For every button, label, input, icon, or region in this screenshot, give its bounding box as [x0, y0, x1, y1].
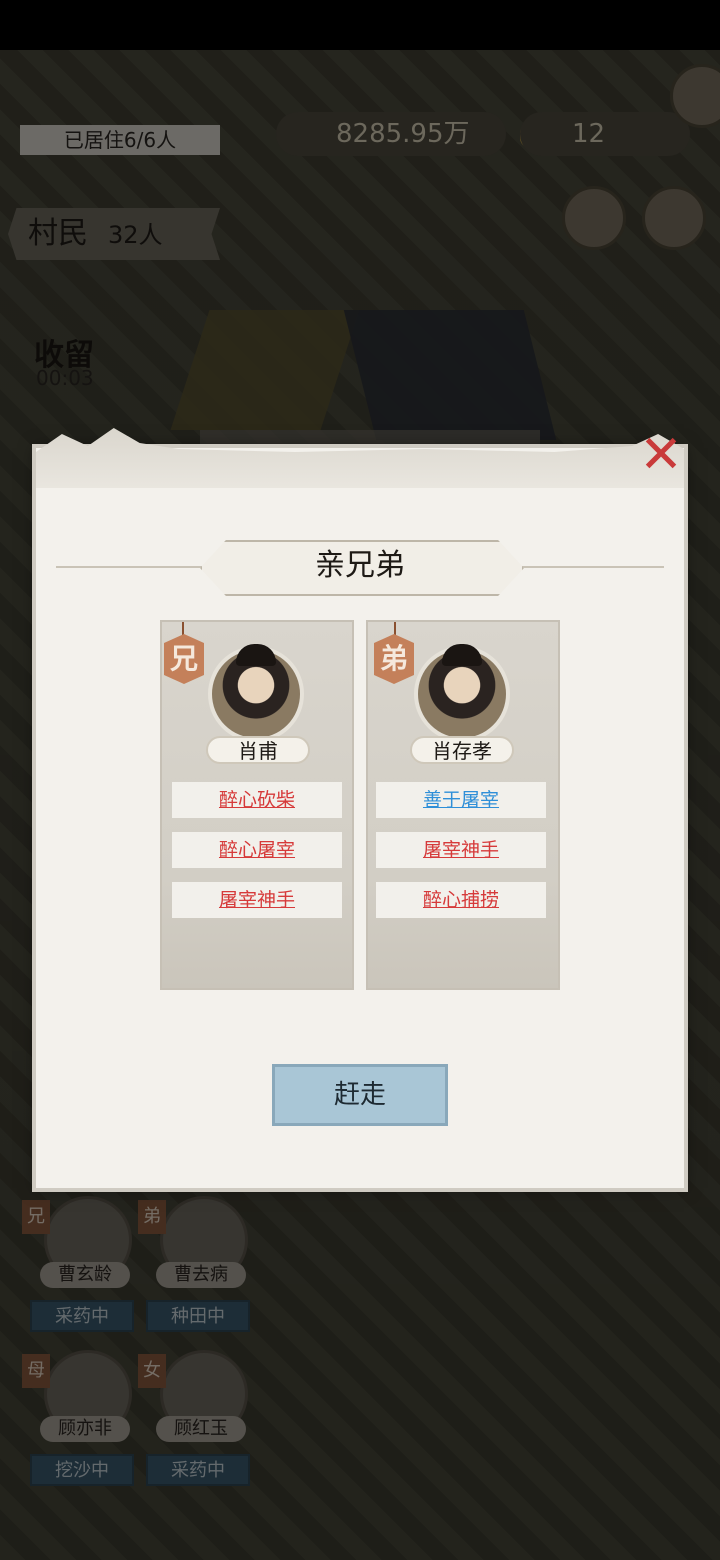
- trait-link[interactable]: 屠宰神手: [172, 882, 342, 918]
- rank-tag: 兄: [164, 634, 204, 684]
- close-icon[interactable]: ✕: [634, 429, 688, 484]
- trait-link[interactable]: 醉心捕捞: [376, 882, 546, 918]
- dialog-title: 亲兄弟: [315, 548, 405, 583]
- expel-button[interactable]: 赶走: [272, 1064, 448, 1126]
- member-name: 肖存孝: [410, 736, 514, 764]
- tag-string: [394, 622, 396, 636]
- tag-string: [182, 622, 184, 636]
- trait-link[interactable]: 屠宰神手: [376, 832, 546, 868]
- trait-link[interactable]: 醉心砍柴: [172, 782, 342, 818]
- member-name: 肖甫: [206, 736, 310, 764]
- trait-link[interactable]: 醉心屠宰: [172, 832, 342, 868]
- rank-tag: 弟: [374, 634, 414, 684]
- trait-link[interactable]: 善于屠宰: [376, 782, 546, 818]
